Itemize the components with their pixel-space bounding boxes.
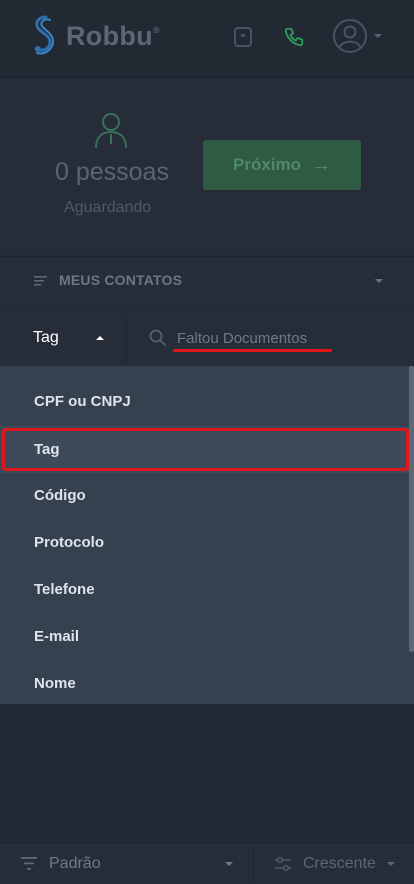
brand-logo[interactable]: Robbu®	[30, 14, 160, 58]
contacts-title: MEUS CONTATOS	[59, 272, 183, 288]
waiting-status: Aguardando	[64, 199, 152, 216]
filter-type-select[interactable]: Tag	[33, 329, 59, 347]
search-icon	[149, 329, 166, 346]
annotation-highlight-box	[2, 428, 409, 471]
dropdown-option-email[interactable]: E-mail	[0, 613, 410, 660]
divider	[126, 318, 127, 362]
dropdown-option-nome[interactable]: Nome	[0, 660, 410, 707]
chevron-down-icon[interactable]	[387, 862, 395, 866]
chevron-down-icon	[374, 34, 382, 38]
tablet-icon[interactable]	[233, 26, 253, 48]
chevron-down-icon[interactable]	[375, 279, 383, 283]
sort-select[interactable]: Padrão	[49, 855, 101, 873]
person-icon	[95, 113, 127, 149]
next-button[interactable]: Próximo →	[203, 140, 361, 190]
dropdown-option-protocolo[interactable]: Protocolo	[0, 519, 410, 566]
divider	[253, 846, 254, 882]
phone-icon[interactable]	[283, 26, 305, 48]
chevron-down-icon[interactable]	[225, 862, 233, 866]
order-select[interactable]: Crescente	[303, 855, 376, 873]
people-count: 0 pessoas	[55, 158, 169, 186]
filter-lines-icon	[21, 857, 37, 870]
chevron-up-icon[interactable]	[96, 336, 104, 340]
annotation-underline	[173, 349, 332, 352]
user-avatar-icon	[333, 19, 367, 53]
sliders-icon	[275, 857, 291, 871]
search-input[interactable]	[177, 327, 367, 349]
dropdown-option-codigo[interactable]: Código	[0, 472, 410, 519]
arrow-right-icon: →	[311, 153, 332, 176]
brand-name: Robbu®	[66, 20, 160, 51]
contacts-list-area	[0, 704, 414, 841]
next-button-label: Próximo	[232, 155, 302, 174]
dropdown-option-cpf-cnpj[interactable]: CPF ou CNPJ	[0, 378, 410, 425]
robbu-logo-icon	[34, 15, 55, 55]
list-icon	[34, 276, 47, 286]
dropdown-scrollbar[interactable]	[409, 366, 414, 652]
user-menu[interactable]	[332, 18, 382, 54]
dropdown-option-telefone[interactable]: Telefone	[0, 566, 410, 613]
